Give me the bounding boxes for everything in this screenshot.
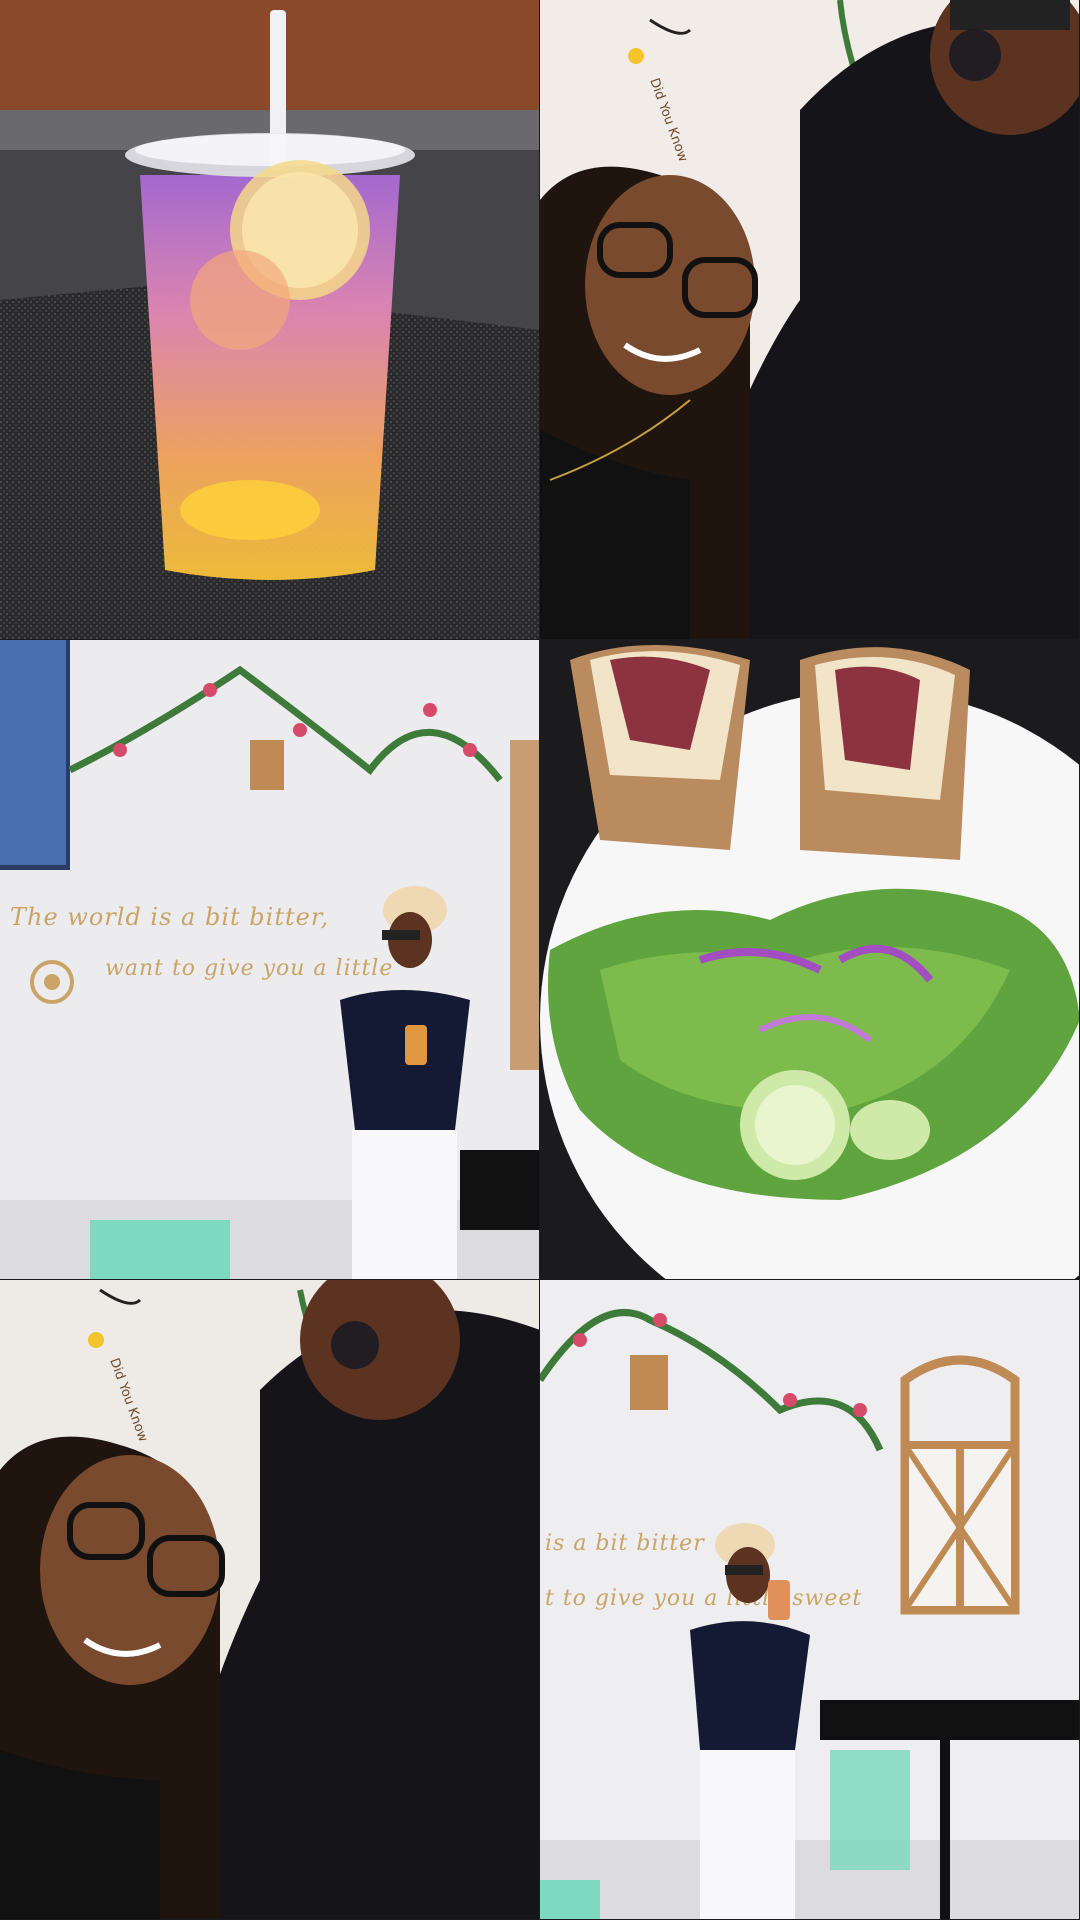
- tile-selfie-top: Did You Know: [540, 0, 1080, 640]
- wall-sign-line-1: The world is a bit bitter,: [10, 903, 329, 931]
- sandwich-plate-photo: [540, 640, 1079, 1279]
- selfie-photo: Did You Know: [0, 1280, 539, 1919]
- wall-sign-line-2: t to give you a little sweet: [545, 1586, 862, 1611]
- selfie-photo: Did You Know: [540, 0, 1079, 639]
- wall-sign-line-2: want to give you a little: [105, 956, 393, 981]
- photo-collage: Did You Know The world is a bit bitter, …: [0, 0, 1080, 1920]
- tile-cafe-wall: The world is a bit bitter, want to give …: [0, 640, 540, 1280]
- tile-cafe-window: is a bit bitter t to give you a little s…: [540, 1280, 1080, 1920]
- iced-drink-photo: [0, 0, 539, 639]
- tile-iced-drink: [0, 0, 540, 640]
- wall-sign-line-1: is a bit bitter: [545, 1531, 705, 1556]
- cafe-window-photo: is a bit bitter t to give you a little s…: [540, 1280, 1079, 1919]
- tile-selfie-bottom: Did You Know: [0, 1280, 540, 1920]
- cafe-wall-photo: The world is a bit bitter, want to give …: [0, 640, 539, 1279]
- tile-sandwich-plate: [540, 640, 1080, 1280]
